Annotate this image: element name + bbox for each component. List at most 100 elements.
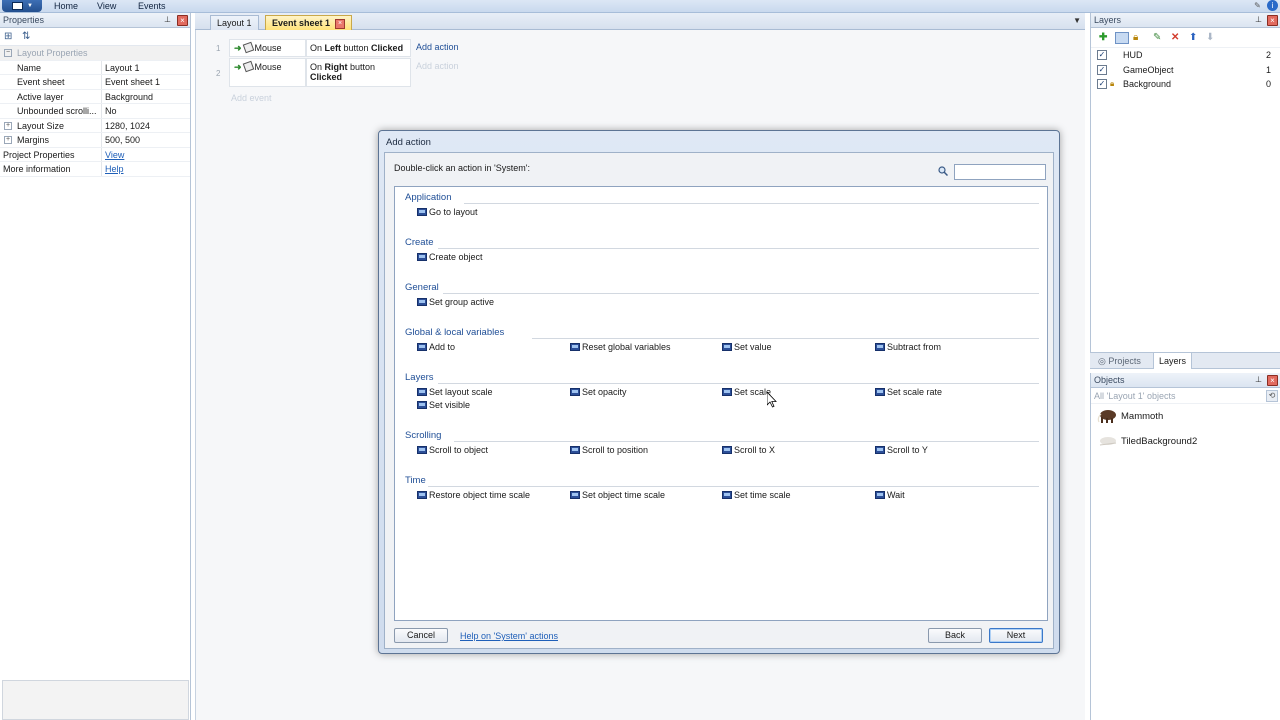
action-item[interactable]: Set group active	[417, 297, 494, 307]
category-title: Time	[405, 475, 426, 486]
property-row[interactable]: Project Properties View	[0, 148, 190, 162]
arrow-up-icon[interactable]: ⬆	[1189, 32, 1197, 43]
properties-panel: Properties ⊥ × ⊞ ⇅ − Layout Properties Na…	[0, 13, 191, 720]
action-item[interactable]: Set opacity	[570, 387, 627, 397]
layers-toolbar: ✚ 🔒︎ ✎ ✕ ⬆ ⬇	[1091, 28, 1280, 48]
refresh-icon[interactable]: ⟲	[1266, 390, 1278, 402]
search-input[interactable]	[954, 164, 1046, 180]
system-monitor-icon	[570, 446, 580, 454]
action-item[interactable]: Set scale rate	[875, 387, 942, 397]
action-item[interactable]: Create object	[417, 252, 483, 262]
action-label: Scroll to X	[734, 445, 776, 455]
visible-checkbox[interactable]: ✓	[1097, 64, 1107, 75]
category-title: Scrolling	[405, 430, 442, 441]
tab-layout-1[interactable]: Layout 1	[210, 15, 259, 30]
add-layer-icon[interactable]: ✚	[1099, 32, 1107, 43]
sublayer-icon[interactable]	[1115, 32, 1129, 44]
layer-row[interactable]: ✓ HUD 2	[1091, 48, 1280, 63]
action-item[interactable]: Set visible	[417, 400, 470, 410]
action-item[interactable]: Set scale	[722, 387, 771, 397]
add-action-link[interactable]: Add action	[416, 61, 459, 71]
collapse-icon[interactable]: −	[4, 49, 12, 57]
event-object[interactable]: ➜ Mouse	[229, 39, 306, 57]
expand-icon[interactable]: +	[4, 121, 12, 130]
close-tab-icon[interactable]: ×	[335, 18, 346, 29]
visible-checkbox[interactable]: ✓	[1097, 79, 1107, 89]
pin-icon[interactable]: ⊥	[1254, 15, 1263, 24]
action-item[interactable]: Set value	[722, 342, 772, 352]
property-row[interactable]: Name Layout 1	[0, 61, 190, 75]
action-item[interactable]: Scroll to Y	[875, 445, 928, 455]
action-item[interactable]: Scroll to position	[570, 445, 648, 455]
categorized-icon[interactable]: ⊞	[4, 31, 12, 42]
property-row[interactable]: Event sheet Event sheet 1	[0, 75, 190, 90]
property-row[interactable]: + Layout Size 1280, 1024	[0, 119, 190, 133]
help-icon[interactable]: i	[1267, 0, 1278, 11]
help-on-system-actions-link[interactable]: Help on 'System' actions	[460, 631, 558, 641]
ribbon-bar: ▼ Home View Events ✎ i	[0, 0, 1280, 13]
menu-tab-events[interactable]: Events	[138, 1, 166, 11]
pin-icon[interactable]: ⊥	[1254, 375, 1263, 384]
help-link[interactable]: Help	[105, 164, 124, 174]
event-condition[interactable]: On Left button Clicked	[306, 39, 411, 57]
mammoth-thumbnail-icon	[1097, 410, 1116, 423]
property-row[interactable]: More information Help	[0, 162, 190, 177]
lock-icon[interactable]: 🔒︎	[1133, 32, 1138, 43]
sort-alphabetical-icon[interactable]: ⇅	[22, 31, 30, 42]
action-item[interactable]: Restore object time scale	[417, 490, 530, 500]
pin-icon[interactable]: ⊥	[163, 15, 172, 24]
action-item[interactable]: Add to	[417, 342, 455, 352]
expand-icon[interactable]: +	[4, 136, 12, 144]
next-button[interactable]: Next	[989, 628, 1043, 643]
back-button[interactable]: Back	[928, 628, 982, 643]
tab-projects[interactable]: ◎ Projects	[1093, 353, 1146, 369]
visible-checkbox[interactable]: ✓	[1097, 50, 1107, 60]
action-label: Subtract from	[887, 342, 942, 352]
system-monitor-icon	[722, 491, 732, 499]
layer-row[interactable]: ✓ 🔒︎ Background 0	[1091, 77, 1280, 92]
layer-row[interactable]: ✓ GameObject 1	[1091, 63, 1280, 78]
object-item[interactable]: TiledBackground2	[1091, 429, 1280, 454]
action-item[interactable]: Scroll to object	[417, 445, 488, 455]
close-icon[interactable]: ×	[177, 15, 188, 26]
category-divider	[438, 383, 1039, 384]
category-divider	[531, 338, 1039, 339]
layers-title-bar: Layers ⊥ ×	[1091, 13, 1280, 28]
action-item[interactable]: Set layout scale	[417, 387, 493, 397]
action-item[interactable]: Wait	[875, 490, 905, 500]
lock-icon: 🔒︎	[1110, 79, 1115, 88]
action-item[interactable]: Set time scale	[722, 490, 791, 500]
layers-panel: Layers ⊥ × ✚ 🔒︎ ✎ ✕ ⬆ ⬇ ✓ HUD 2 ✓ GameObjec…	[1090, 13, 1280, 353]
object-item[interactable]: Mammoth	[1091, 404, 1280, 429]
add-action-link[interactable]: Add action	[416, 42, 459, 52]
property-row[interactable]: + Margins 500, 500	[0, 133, 190, 148]
cancel-button[interactable]: Cancel	[394, 628, 448, 643]
application-menu-button[interactable]: ▼	[2, 0, 42, 12]
event-object[interactable]: ➜ Mouse	[229, 58, 306, 87]
delete-icon[interactable]: ✕	[1171, 32, 1179, 43]
system-monitor-icon	[722, 343, 732, 351]
action-item[interactable]: Set object time scale	[570, 490, 665, 500]
add-event-link[interactable]: Add event	[231, 93, 272, 103]
tab-event-sheet-1[interactable]: Event sheet 1 ×	[265, 15, 353, 30]
action-item[interactable]: Subtract from	[875, 342, 941, 352]
view-link[interactable]: View	[105, 150, 124, 160]
event-condition[interactable]: On Right button Clicked	[306, 58, 411, 87]
action-item[interactable]: Go to layout	[417, 207, 478, 217]
menu-tab-home[interactable]: Home	[54, 1, 78, 11]
property-row[interactable]: Active layer Background	[0, 90, 190, 104]
tab-layers[interactable]: Layers	[1153, 353, 1193, 369]
dialog-body: Double-click an action in 'System': Appl…	[384, 152, 1054, 649]
action-item[interactable]: Scroll to X	[722, 445, 775, 455]
chevron-down-icon[interactable]: ▼	[1073, 16, 1081, 25]
property-row[interactable]: Unbounded scrolli... No	[0, 104, 190, 119]
system-monitor-icon	[417, 388, 427, 396]
arrow-down-icon[interactable]: ⬇	[1206, 32, 1214, 43]
close-icon[interactable]: ×	[1267, 15, 1278, 26]
menu-tab-view[interactable]: View	[97, 1, 116, 11]
close-icon[interactable]: ×	[1267, 375, 1278, 386]
action-item[interactable]: Reset global variables	[570, 342, 671, 352]
edit-icon[interactable]: ✎	[1153, 32, 1161, 43]
pin-icon[interactable]: ✎	[1252, 0, 1263, 11]
property-category[interactable]: − Layout Properties	[0, 46, 190, 61]
